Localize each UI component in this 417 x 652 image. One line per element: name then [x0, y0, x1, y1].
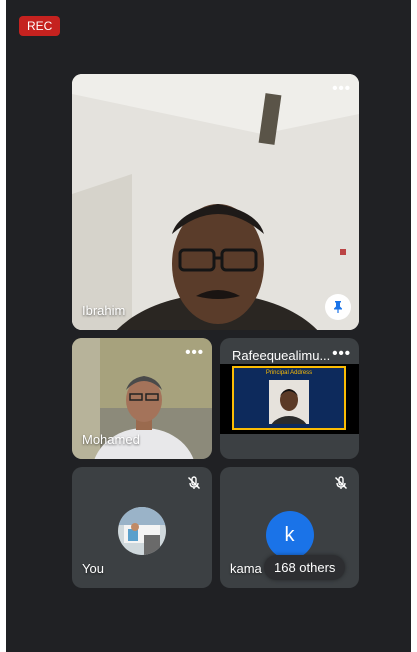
- more-icon[interactable]: •••: [185, 344, 204, 361]
- participant-tile-2[interactable]: ••• Mohamed: [72, 338, 212, 459]
- slide-photo: [269, 380, 309, 424]
- recording-badge: REC: [19, 16, 61, 36]
- others-chip[interactable]: 168 others: [264, 555, 346, 580]
- meeting-screen: REC ••• Ibrahim ••• Mohamed Rafeequealim…: [6, 0, 411, 652]
- participant-name: You: [82, 561, 104, 576]
- participant-tile-3[interactable]: Rafeequealimu... ••• Principal Address: [220, 338, 359, 459]
- more-icon[interactable]: •••: [332, 345, 351, 362]
- mic-off-icon: [186, 475, 202, 496]
- slide-title: Principal Address: [265, 370, 313, 376]
- avatar: [118, 507, 166, 555]
- mic-off-icon: [333, 475, 349, 496]
- participant-name: Ibrahim: [82, 303, 126, 318]
- participant-name: kama: [230, 561, 262, 576]
- participant-video: [72, 74, 359, 330]
- participant-tile-5[interactable]: k kama 168 others: [220, 467, 359, 588]
- avatar: k: [265, 511, 314, 559]
- shared-screen: Principal Address: [220, 364, 359, 434]
- participant-name: Mohamed: [82, 432, 140, 447]
- slide: Principal Address: [232, 366, 346, 430]
- more-icon[interactable]: •••: [332, 80, 351, 97]
- participant-tile-main[interactable]: ••• Ibrahim: [72, 74, 359, 330]
- participant-name: Rafeequealimu...: [232, 348, 331, 363]
- pin-icon[interactable]: [325, 294, 351, 320]
- participant-tile-you[interactable]: You: [72, 467, 212, 588]
